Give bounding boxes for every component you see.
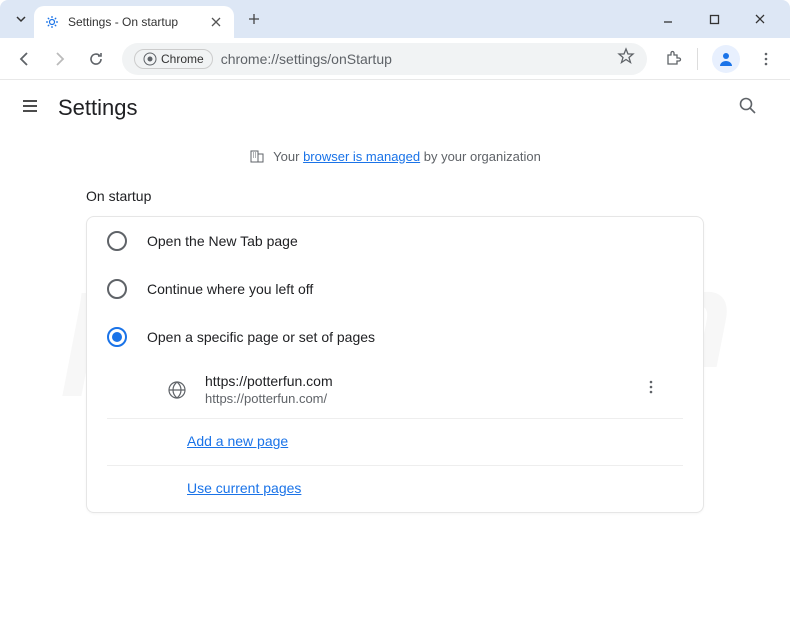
page-entry-url: https://potterfun.com/ <box>205 391 621 406</box>
more-vertical-icon <box>758 51 774 67</box>
divider <box>697 48 698 70</box>
puzzle-icon <box>664 50 682 68</box>
section-title: On startup <box>86 188 770 204</box>
chrome-icon <box>143 52 157 66</box>
building-icon <box>249 148 265 164</box>
radio-icon <box>107 279 127 299</box>
option-specific-pages[interactable]: Open a specific page or set of pages <box>87 313 703 361</box>
use-current-row: Use current pages <box>107 466 683 512</box>
tab-search-dropdown[interactable] <box>8 6 34 32</box>
settings-content: Your browser is managed by your organiza… <box>0 136 790 513</box>
menu-button[interactable] <box>20 96 40 121</box>
arrow-right-icon <box>51 50 69 68</box>
arrow-left-icon <box>15 50 33 68</box>
browser-tab[interactable]: Settings - On startup <box>34 6 234 38</box>
hamburger-icon <box>20 96 40 116</box>
chevron-down-icon <box>15 13 27 25</box>
maximize-icon <box>709 14 720 25</box>
close-icon <box>754 13 766 25</box>
search-button[interactable] <box>738 96 770 121</box>
settings-gear-icon <box>44 14 60 30</box>
forward-button[interactable] <box>44 43 76 75</box>
globe-icon <box>167 380 187 400</box>
close-icon <box>211 17 221 27</box>
use-current-link[interactable]: Use current pages <box>187 480 301 496</box>
tab-title: Settings - On startup <box>68 15 200 29</box>
chrome-menu-button[interactable] <box>750 43 782 75</box>
back-button[interactable] <box>8 43 40 75</box>
add-page-link[interactable]: Add a new page <box>187 433 288 449</box>
search-icon <box>738 96 758 116</box>
star-icon <box>617 47 635 65</box>
site-info-badge[interactable]: Chrome <box>134 49 213 69</box>
page-entry-menu-button[interactable] <box>639 375 663 404</box>
radio-icon <box>107 327 127 347</box>
profile-button[interactable] <box>712 45 740 73</box>
option-new-tab[interactable]: Open the New Tab page <box>87 217 703 265</box>
window-close-button[interactable] <box>746 5 774 33</box>
tab-close-button[interactable] <box>208 14 224 30</box>
reload-button[interactable] <box>80 43 112 75</box>
window-maximize-button[interactable] <box>700 5 728 33</box>
managed-link[interactable]: browser is managed <box>303 149 420 164</box>
extensions-button[interactable] <box>657 43 689 75</box>
window-titlebar: Settings - On startup <box>0 0 790 38</box>
minimize-icon <box>662 13 674 25</box>
radio-icon <box>107 231 127 251</box>
plus-icon <box>247 12 261 26</box>
browser-toolbar: Chrome chrome://settings/onStartup <box>0 38 790 80</box>
startup-page-entry: https://potterfun.com https://potterfun.… <box>107 361 683 419</box>
managed-banner: Your browser is managed by your organiza… <box>20 136 770 184</box>
window-minimize-button[interactable] <box>654 5 682 33</box>
address-bar[interactable]: Chrome chrome://settings/onStartup <box>122 43 647 75</box>
page-entry-title: https://potterfun.com <box>205 373 621 389</box>
startup-options-card: Open the New Tab page Continue where you… <box>86 216 704 513</box>
bookmark-button[interactable] <box>617 47 635 70</box>
person-icon <box>717 50 735 68</box>
add-page-row: Add a new page <box>107 419 683 466</box>
page-title: Settings <box>58 95 138 121</box>
reload-icon <box>87 50 105 68</box>
url-text: chrome://settings/onStartup <box>221 51 609 67</box>
more-vertical-icon <box>643 379 659 395</box>
settings-header: Settings <box>0 80 790 136</box>
new-tab-button[interactable] <box>240 5 268 33</box>
option-continue[interactable]: Continue where you left off <box>87 265 703 313</box>
